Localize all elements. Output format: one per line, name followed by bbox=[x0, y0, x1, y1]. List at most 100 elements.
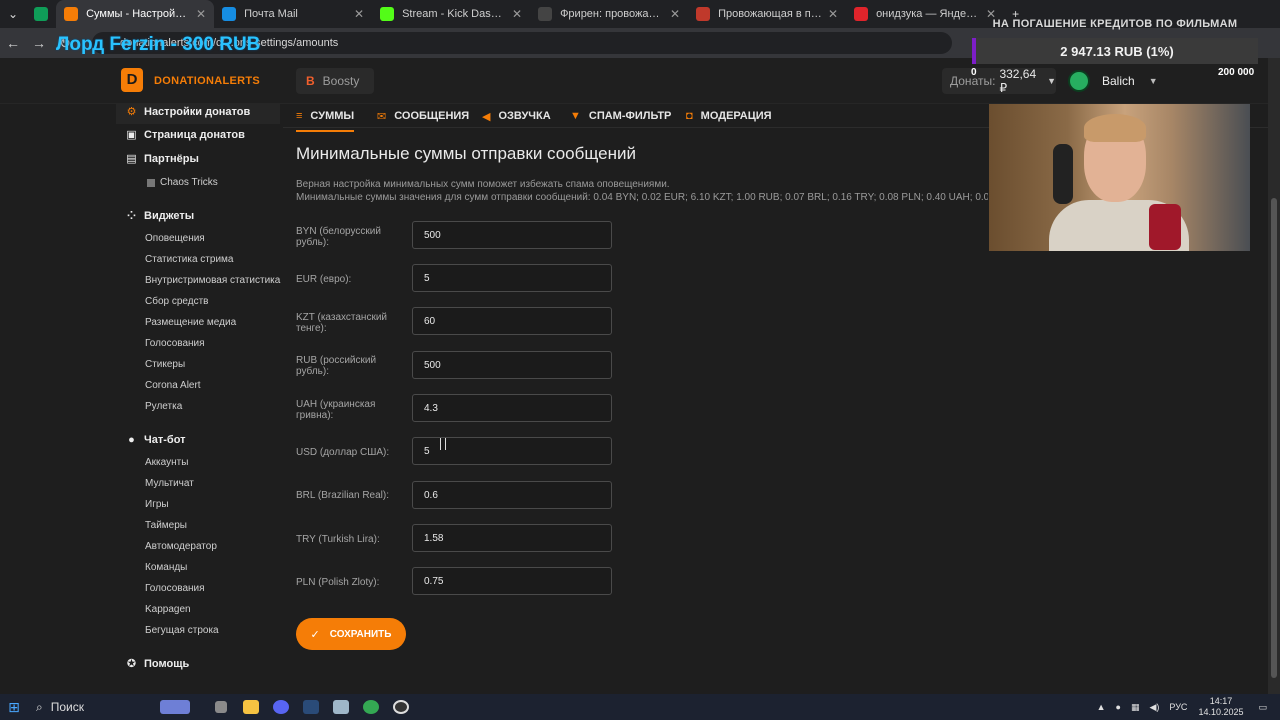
close-tab-icon[interactable]: ✕ bbox=[512, 7, 522, 21]
sidebar-subitem[interactable]: Бегущая строка bbox=[145, 625, 219, 636]
browser-tab[interactable]: Провожающая в последний п✕ bbox=[688, 0, 846, 28]
donats-balance-dropdown[interactable]: Донаты: 332,64 ₽ ▼ bbox=[942, 67, 1056, 95]
boosty-button[interactable]: B Boosty bbox=[296, 68, 374, 94]
tab-moderation[interactable]: ◘ МОДЕРАЦИЯ bbox=[686, 107, 772, 125]
widgets-icon: ⁘ bbox=[126, 209, 137, 222]
sidebar-subitem[interactable]: Мультичат bbox=[145, 478, 194, 489]
amount-label-usd: USD (доллар США): bbox=[296, 447, 390, 458]
user-menu[interactable]: Balich ▼ bbox=[1068, 70, 1158, 92]
browser-tab[interactable]: Stream - Kick Dashboard✕ bbox=[372, 0, 530, 28]
sidebar-subitem[interactable]: Статистика стрима bbox=[145, 254, 233, 265]
sidebar-subitem[interactable]: Corona Alert bbox=[145, 380, 201, 391]
microphone bbox=[1149, 204, 1181, 250]
amount-label-uah: UAH (украинская гривна): bbox=[296, 399, 376, 421]
network-icon[interactable]: ▦ bbox=[1131, 702, 1140, 713]
message-icon: ✉ bbox=[377, 110, 387, 123]
amount-input-try[interactable] bbox=[412, 524, 612, 552]
discord-icon[interactable] bbox=[266, 694, 296, 720]
sidebar-subitem[interactable]: Chaos Tricks bbox=[147, 177, 218, 188]
sidebar-subitem[interactable]: Команды bbox=[145, 562, 187, 573]
taskbar: ⊞ ⌕ Поиск ▲ ● ▦ ◀) РУС 14:17 14.10.2025 ▭ bbox=[0, 694, 1280, 720]
browser-tab-active[interactable]: Суммы - Настройки донатов✕ bbox=[56, 0, 215, 28]
sidebar-subitem[interactable]: Оповещения bbox=[145, 233, 205, 244]
donationalerts-favicon-icon bbox=[64, 7, 79, 21]
sidebar-subitem[interactable]: Игры bbox=[145, 499, 169, 510]
close-tab-icon[interactable]: ✕ bbox=[828, 7, 838, 21]
close-tab-icon[interactable]: ✕ bbox=[196, 7, 206, 21]
sidebar-subitem[interactable]: Внутристримовая статистика bbox=[145, 275, 280, 286]
sidebar-item-partners[interactable]: ▤ Партнёры bbox=[126, 153, 199, 165]
sidebar-item-chatbot[interactable]: ● Чат-бот bbox=[126, 434, 185, 446]
browser-tab[interactable]: Фрирен: провожающая в пос✕ bbox=[530, 0, 688, 28]
tab-messages[interactable]: ✉ СООБЩЕНИЯ bbox=[377, 107, 469, 125]
amount-input-kzt[interactable] bbox=[412, 307, 612, 335]
sidebar-subitem[interactable]: Аккаунты bbox=[145, 457, 188, 468]
chrome-icon[interactable] bbox=[356, 694, 386, 720]
tab-voice[interactable]: ◀ ОЗВУЧКА bbox=[482, 107, 551, 125]
system-tray: ▲ ● ▦ ◀) РУС 14:17 14.10.2025 ▭ bbox=[1092, 694, 1272, 720]
sidebar-item-widgets[interactable]: ⁘ Виджеты bbox=[126, 210, 194, 222]
clock[interactable]: 14:17 14.10.2025 bbox=[1198, 696, 1243, 718]
sidebar-item-help[interactable]: ✪ Помощь bbox=[126, 658, 189, 670]
amount-label-brl: BRL (Brazilian Real): bbox=[296, 490, 389, 501]
scrollbar-thumb[interactable] bbox=[1271, 198, 1277, 678]
back-icon[interactable]: ← bbox=[0, 35, 26, 51]
language-indicator[interactable]: РУС bbox=[1169, 702, 1187, 712]
chevron-up-icon[interactable]: ▲ bbox=[1097, 702, 1106, 712]
obs-icon[interactable] bbox=[386, 694, 416, 720]
steam-icon[interactable] bbox=[296, 694, 326, 720]
sidebar-subitem[interactable]: Автомодератор bbox=[145, 541, 217, 552]
amount-input-byn[interactable] bbox=[412, 221, 612, 249]
screen: ⌄ Суммы - Настройки донатов✕ Почта Mail✕… bbox=[0, 0, 1280, 720]
sidebar-item-donation-page[interactable]: ▣ Страница донатов bbox=[126, 129, 245, 141]
amount-input-brl[interactable] bbox=[412, 481, 612, 509]
sidebar-subitem[interactable]: Kappagen bbox=[145, 604, 191, 615]
app-icon[interactable] bbox=[326, 694, 356, 720]
chevron-down-icon: ▼ bbox=[1047, 76, 1056, 86]
volume-icon[interactable]: ◀) bbox=[1149, 702, 1159, 713]
task-view-icon[interactable] bbox=[206, 694, 236, 720]
close-tab-icon[interactable]: ✕ bbox=[354, 7, 364, 21]
amount-label-pln: PLN (Polish Zloty): bbox=[296, 577, 380, 588]
tab-amounts[interactable]: ≡ СУММЫ bbox=[296, 107, 355, 132]
browser-tab-sheets[interactable] bbox=[26, 0, 56, 28]
sidebar-subitem[interactable]: Голосования bbox=[145, 583, 205, 594]
moderation-icon: ◘ bbox=[686, 110, 693, 122]
amount-label-byn: BYN (белорусский рубль): bbox=[296, 226, 381, 248]
amount-input-pln[interactable] bbox=[412, 567, 612, 595]
sidebar: ⚙ Настройки донатов ▣ Страница донатов ▤ Па… bbox=[0, 104, 283, 694]
sidebar-subitem[interactable]: Голосования bbox=[145, 338, 205, 349]
tab-search-icon[interactable]: ⌄ bbox=[0, 7, 26, 21]
speaker-icon: ◀ bbox=[482, 110, 491, 123]
mic-icon[interactable]: ● bbox=[1116, 702, 1121, 712]
logo-text[interactable]: DONATIONALERTS bbox=[154, 75, 260, 87]
tab-spam-filter[interactable]: ▼ СПАМ-ФИЛЬТР bbox=[570, 107, 671, 125]
sidebar-subitem[interactable]: Размещение медиа bbox=[145, 317, 236, 328]
amount-label-rub: RUB (российский рубль): bbox=[296, 355, 377, 377]
file-explorer-icon[interactable] bbox=[236, 694, 266, 720]
sidebar-subitem[interactable]: Рулетка bbox=[145, 401, 182, 412]
goal-progress-bar: 2 947.13 RUB (1%) bbox=[972, 38, 1258, 64]
sidebar-item-donation-settings[interactable]: ⚙ Настройки донатов bbox=[126, 105, 251, 118]
widget-game-icon[interactable] bbox=[160, 694, 190, 720]
browser-tab[interactable]: Почта Mail ✕ bbox=[214, 0, 372, 28]
sidebar-subitem[interactable]: Стикеры bbox=[145, 359, 185, 370]
amount-input-eur[interactable] bbox=[412, 264, 612, 292]
browser-tab[interactable]: онидзука — Яндекс: нашлось✕ bbox=[846, 0, 1004, 28]
kick-icon bbox=[380, 7, 395, 21]
notification-icon[interactable]: ▭ bbox=[1258, 702, 1267, 713]
gear-icon: ⚙ bbox=[126, 105, 137, 118]
page-scrollbar[interactable] bbox=[1268, 58, 1280, 694]
sidebar-subitem[interactable]: Сбор средств bbox=[145, 296, 208, 307]
sidebar-subitem[interactable]: Таймеры bbox=[145, 520, 187, 531]
close-tab-icon[interactable]: ✕ bbox=[670, 7, 680, 21]
chair bbox=[1053, 144, 1073, 204]
amount-input-uah[interactable] bbox=[412, 394, 612, 422]
amount-input-rub[interactable] bbox=[412, 351, 612, 379]
forward-icon[interactable]: → bbox=[26, 35, 52, 51]
logo-icon[interactable]: D bbox=[121, 68, 143, 92]
taskbar-search[interactable]: ⌕ Поиск bbox=[28, 694, 160, 720]
search-icon: ⌕ bbox=[36, 699, 43, 714]
windows-start-icon[interactable]: ⊞ bbox=[0, 694, 28, 720]
save-button[interactable]: ✓ СОХРАНИТЬ bbox=[296, 618, 406, 650]
